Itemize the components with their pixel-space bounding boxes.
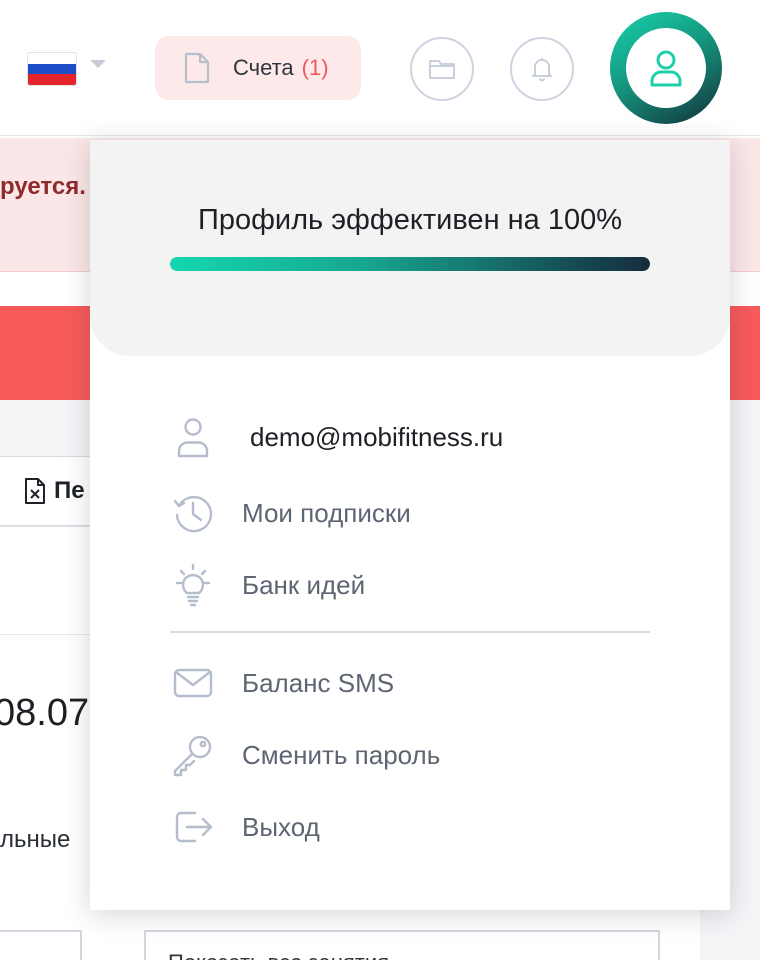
- classes-select[interactable]: Показать все занятия: [144, 930, 660, 960]
- profile-avatar-button[interactable]: [610, 12, 722, 124]
- menu-item-subscriptions-label: Мои подписки: [242, 497, 411, 528]
- profile-effectiveness-bar: [170, 257, 650, 271]
- user-icon: [650, 50, 682, 87]
- top-header: Счета (1): [0, 0, 760, 136]
- menu-divider: [170, 631, 650, 633]
- menu-item-logout-label: Выход: [242, 811, 320, 842]
- menu-item-email-label: demo@mobifitness.ru: [250, 421, 504, 452]
- avatar: [626, 28, 706, 108]
- menu-item-ideas-label: Банк идей: [242, 569, 366, 600]
- invoices-label: Счета: [233, 55, 294, 80]
- excel-file-icon: [25, 478, 45, 504]
- menu-item-change-password[interactable]: Сменить пароль: [170, 729, 650, 781]
- menu-item-sms-balance-label: Баланс SMS: [242, 667, 395, 698]
- profile-dropdown: Профиль эффективен на 100% demo@mobifitn…: [90, 140, 730, 910]
- menu-item-email[interactable]: demo@mobifitness.ru: [170, 411, 650, 463]
- invoices-button[interactable]: Счета (1): [155, 36, 361, 100]
- folder-icon: [429, 60, 455, 79]
- classes-select-value: Показать все занятия: [168, 950, 389, 960]
- folder-button[interactable]: [410, 37, 474, 101]
- menu-item-ideas[interactable]: Банк идей: [170, 559, 650, 611]
- notifications-button[interactable]: [510, 37, 574, 101]
- lightbulb-icon: [170, 562, 216, 608]
- clock-history-icon: [170, 490, 216, 536]
- bell-icon: [532, 58, 552, 82]
- profile-effectiveness-fill: [170, 257, 650, 271]
- document-icon: [184, 52, 210, 84]
- export-label: Пе: [54, 477, 85, 504]
- date-heading: 08.07: [0, 692, 90, 734]
- filter-input[interactable]: [0, 930, 82, 960]
- chevron-down-icon[interactable]: [90, 60, 106, 68]
- side-text: льные: [0, 826, 71, 853]
- key-icon: [170, 732, 216, 778]
- envelope-icon: [170, 660, 216, 706]
- menu-item-change-password-label: Сменить пароль: [242, 739, 441, 770]
- profile-effectiveness-panel: Профиль эффективен на 100%: [90, 140, 730, 356]
- russia-flag-icon[interactable]: [28, 53, 76, 85]
- menu-item-logout[interactable]: Выход: [170, 801, 650, 853]
- menu-item-sms-balance[interactable]: Баланс SMS: [170, 657, 650, 709]
- menu-item-subscriptions[interactable]: Мои подписки: [170, 487, 650, 539]
- invoices-count-badge: (1): [301, 55, 329, 80]
- user-outline-icon: [170, 414, 216, 460]
- logout-icon: [170, 804, 216, 850]
- warning-text: руется.: [0, 173, 86, 200]
- profile-effectiveness-text: Профиль эффективен на 100%: [197, 204, 623, 236]
